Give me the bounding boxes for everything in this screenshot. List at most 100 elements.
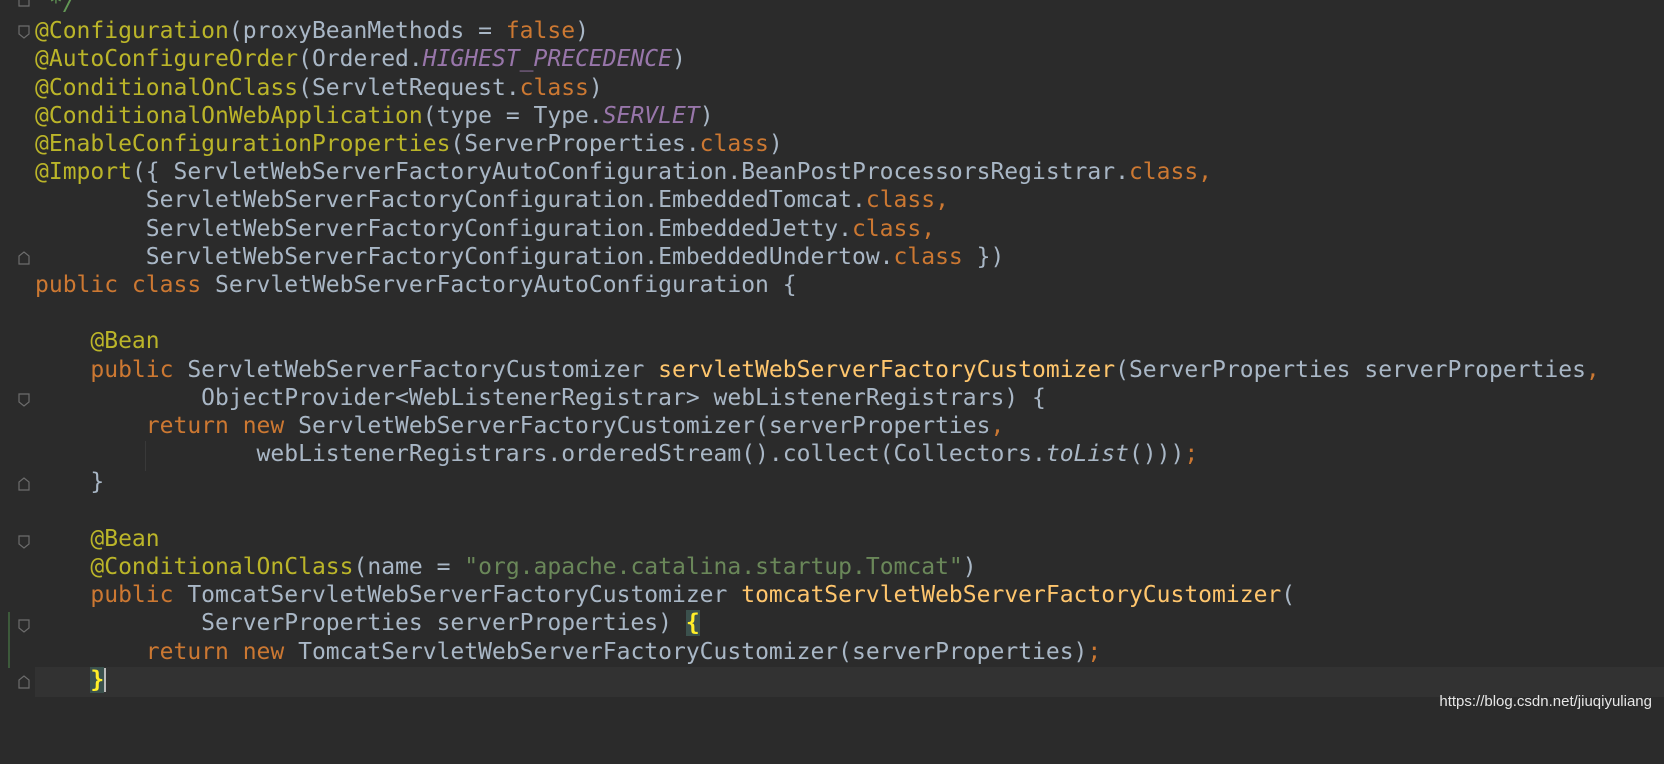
code-token: ObjectProvider<WebListenerRegistrar> web… [35,384,1046,411]
code-token: (ServerProperties. [450,131,700,157]
code-token: ) [588,74,603,101]
code-token: ({ ServletWebServerFactoryAutoConfigurat… [131,159,1129,186]
fold-start-icon[interactable] [18,25,31,40]
code-token: , [1585,356,1600,383]
fold-start-icon[interactable] [18,393,31,408]
fold-end-icon[interactable] [18,0,31,8]
code-token: @EnableConfigurationProperties [35,131,451,157]
code-token: class [519,74,589,101]
code-token: ServletWebServerFactoryCustomizer(server… [298,413,991,439]
code-token: } [90,666,105,693]
code-token: class, [1128,159,1213,186]
code-token: webListenerRegistrars.orderedStream().co… [35,441,1046,468]
code-token: ServletWebServerFactoryConfiguration.Emb… [35,187,866,214]
code-token: , [990,413,1005,439]
code-token: (Ordered. [298,46,423,73]
code-token: class [893,243,963,270]
code-editor[interactable]: */@Configuration(proxyBeanMethods = fals… [0,0,1664,764]
code-token: { [685,610,700,637]
code-token: ) [962,554,977,580]
code-token: TomcatServletWebServerFactoryCustomizer [187,582,742,609]
code-token: tomcatServletWebServerFactoryCustomizer [741,582,1282,609]
code-token: ; [1087,638,1102,665]
code-token: @Import [35,159,132,186]
code-line[interactable]: ServletWebServerFactoryConfiguration.Emb… [35,214,935,244]
code-line[interactable]: @EnableConfigurationProperties(ServerPro… [35,129,783,159]
code-line[interactable]: public TomcatServletWebServerFactoryCust… [35,580,1295,610]
code-token: return new [35,638,299,665]
code-token: "org.apache.catalina.startup.Tomcat" [464,554,963,580]
code-token: HIGHEST_PRECEDENCE [422,46,672,73]
code-token: ServletWebServerFactoryConfiguration.Emb… [35,243,894,270]
code-line[interactable]: public ServletWebServerFactoryCustomizer… [35,355,1600,385]
code-token: ServerProperties serverProperties) [35,610,686,637]
code-line[interactable]: return new ServletWebServerFactoryCustom… [35,411,1005,441]
code-token: (ServletRequest. [298,74,520,101]
code-line[interactable]: @Bean [35,524,160,554]
code-token: false [505,18,576,45]
fold-start-icon[interactable] [18,535,31,550]
code-token: ) [575,18,589,45]
code-token: (proxyBeanMethods = [228,18,506,45]
code-token: @ConditionalOnWebApplication [35,102,423,129]
code-line[interactable]: @Import({ ServletWebServerFactoryAutoCon… [35,157,1212,187]
code-token: ) [671,46,686,73]
code-token: @ConditionalOnClass [35,74,299,101]
code-line[interactable]: } [35,665,107,695]
editor-gutter [0,0,34,764]
code-token: return new [35,413,299,439]
code-token: class, [851,215,936,242]
code-token: (type = Type. [422,102,603,129]
code-line[interactable]: @ConditionalOnClass(name = "org.apache.c… [35,552,977,582]
watermark-text: https://blog.csdn.net/jiuqiyuliang [1439,693,1652,710]
code-token: ) [768,131,783,157]
code-token: */ [49,0,77,16]
code-line[interactable]: @ConditionalOnWebApplication(type = Type… [35,101,714,131]
code-token: ServletWebServerFactoryAutoConfiguration… [215,272,797,298]
code-line[interactable]: ServerProperties serverProperties) { [35,608,700,638]
code-token: @ConditionalOnClass [35,554,354,580]
code-token: (name = [353,554,465,580]
code-token: ServletWebServerFactoryConfiguration.Emb… [35,215,852,242]
code-token: SERVLET [602,102,700,129]
code-token: ; [1184,441,1199,468]
code-token: public class [35,272,216,298]
code-token: (ServerProperties serverProperties [1115,356,1586,383]
code-token: @AutoConfigureOrder [35,46,299,73]
code-token: }) [962,243,1005,270]
fold-end-icon[interactable] [18,477,31,492]
code-token: @Bean [35,525,160,552]
code-line[interactable]: return new TomcatServletWebServerFactory… [35,637,1102,667]
fold-end-icon[interactable] [18,251,31,266]
code-line[interactable]: public class ServletWebServerFactoryAuto… [35,270,797,300]
code-token: class, [865,187,949,214]
current-line-highlight [35,667,1664,697]
fold-end-icon[interactable] [18,675,31,690]
code-line[interactable]: ObjectProvider<WebListenerRegistrar> web… [35,383,1046,413]
vcs-change-marker [8,612,10,668]
fold-start-icon[interactable] [18,619,31,634]
code-line[interactable]: @Bean [35,326,160,356]
code-token: TomcatServletWebServerFactoryCustomizer(… [298,638,1088,665]
text-caret [104,668,107,693]
code-token: class [699,131,769,157]
code-line[interactable]: @Configuration(proxyBeanMethods = false) [35,16,589,46]
code-token: ServletWebServerFactoryCustomizer [187,356,659,383]
code-token: toList [1045,441,1129,468]
code-token: public [35,582,188,609]
code-line[interactable]: } [35,467,104,497]
code-token: ( [1281,582,1296,609]
code-line[interactable]: @ConditionalOnClass(ServletRequest.class… [35,73,603,103]
code-token: @Configuration [35,18,229,45]
code-line[interactable]: webListenerRegistrars.orderedStream().co… [35,439,1199,469]
code-line[interactable]: ServletWebServerFactoryConfiguration.Emb… [35,242,1005,272]
code-token: public [35,356,188,383]
code-token: servletWebServerFactoryCustomizer [658,356,1116,383]
code-token: } [35,469,105,496]
code-token: ())) [1128,441,1185,468]
code-token: ) [699,102,714,129]
code-line[interactable]: ServletWebServerFactoryConfiguration.Emb… [35,185,949,215]
code-line[interactable]: @AutoConfigureOrder(Ordered.HIGHEST_PREC… [35,44,686,74]
code-token: @Bean [35,328,160,355]
